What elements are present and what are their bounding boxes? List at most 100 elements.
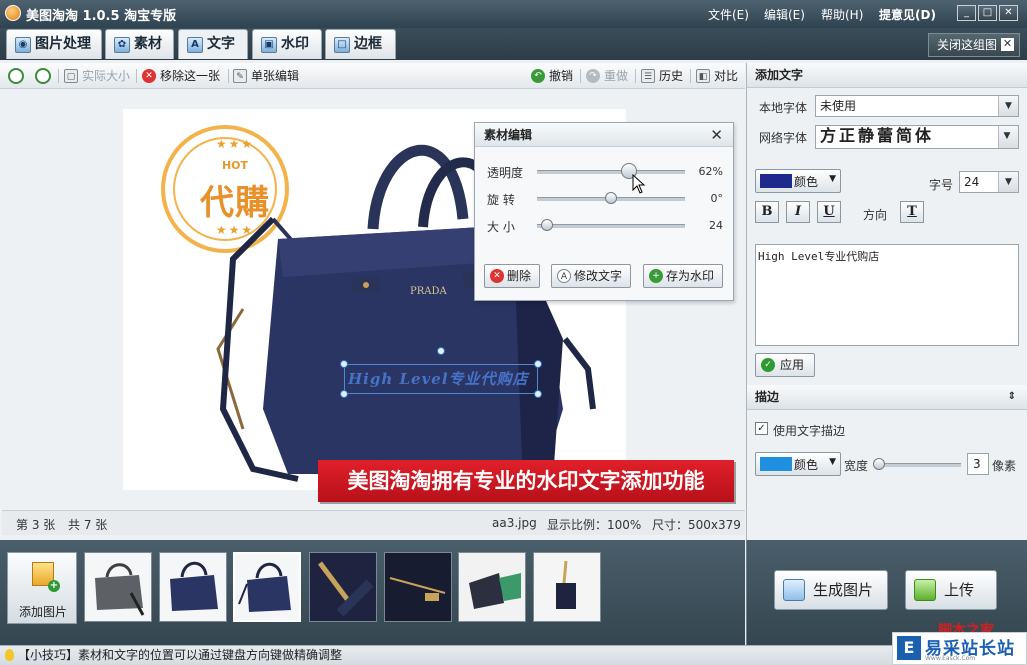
font-size-select[interactable]: 24 ▼ xyxy=(959,171,1019,193)
size-slider-knob[interactable] xyxy=(541,219,553,231)
filmstrip: 添加图片 xyxy=(0,540,745,645)
stroke-width-input[interactable]: 3 xyxy=(967,453,989,475)
chevron-down-icon: ▼ xyxy=(829,174,836,184)
menu-file[interactable]: 文件(E) xyxy=(708,6,749,23)
thumbnail-selected[interactable] xyxy=(233,552,301,622)
upload-button[interactable]: 上传 xyxy=(905,570,997,610)
stroke-header[interactable]: 描边 ⇕ xyxy=(747,385,1027,410)
text-settings-panel: 添加文字 本地字体 未使用 ▼ 网络字体 方正静蕾简体 ▼ 颜色 ▼ 字号 24… xyxy=(746,63,1027,540)
menu-feedback[interactable]: 提意见(D) xyxy=(879,6,936,23)
tab-label: 文字 xyxy=(207,36,235,52)
use-stroke-label: 使用文字描边 xyxy=(773,424,846,438)
close-window-button[interactable]: ✕ xyxy=(999,5,1018,21)
stroke-width-slider[interactable] xyxy=(877,463,961,467)
use-stroke-checkbox[interactable]: ✓ xyxy=(755,422,768,435)
undo-button[interactable]: ↶ 撤销 xyxy=(531,68,573,84)
tab-image-processing[interactable]: ◉ 图片处理 xyxy=(6,29,102,59)
size-slider[interactable] xyxy=(537,224,685,228)
thumbnail[interactable] xyxy=(159,552,227,622)
resize-handle[interactable] xyxy=(340,390,348,398)
tab-material[interactable]: ✿ 素材 xyxy=(105,29,174,59)
opacity-slider[interactable] xyxy=(537,170,685,174)
rotate-slider-knob[interactable] xyxy=(605,192,617,204)
underline-button[interactable]: U xyxy=(817,201,841,223)
tab-label: 素材 xyxy=(134,36,162,52)
web-font-value: 方正静蕾简体 xyxy=(820,126,935,145)
maximize-button[interactable]: □ xyxy=(978,5,997,21)
tip-bar: 【小技巧】素材和文字的位置可以通过键盘方向键做精确调整 xyxy=(0,645,1027,665)
tab-label: 水印 xyxy=(281,36,309,52)
local-font-select[interactable]: 未使用 ▼ xyxy=(815,95,1019,117)
menu-edit[interactable]: 编辑(E) xyxy=(764,6,805,23)
close-group-button[interactable]: 关闭这组图 ✕ xyxy=(927,33,1020,57)
remove-icon: ✕ xyxy=(142,69,156,83)
popup-close-icon[interactable]: ✕ xyxy=(710,126,723,144)
tab-frame[interactable]: □ 边框 xyxy=(325,29,396,59)
text-color-button[interactable]: 颜色 ▼ xyxy=(755,169,841,193)
single-edit-label: 单张编辑 xyxy=(251,69,300,83)
single-edit-button[interactable]: ✎ 单张编辑 xyxy=(233,68,299,84)
web-font-select[interactable]: 方正静蕾简体 ▼ xyxy=(815,125,1019,149)
apply-label: 应用 xyxy=(780,358,805,372)
history-button[interactable]: ☰ 历史 xyxy=(641,68,683,84)
thumbnail[interactable] xyxy=(309,552,377,622)
promo-banner: 美图淘淘拥有专业的水印文字添加功能 xyxy=(318,460,734,502)
thumbnail[interactable] xyxy=(84,552,152,622)
font-size-label: 字号 xyxy=(929,178,954,192)
apply-button[interactable]: ✓ 应用 xyxy=(755,353,815,377)
compare-icon: ◧ xyxy=(696,69,710,83)
remove-one-label: 移除这一张 xyxy=(160,69,221,83)
toolbar-divider xyxy=(635,69,636,83)
toolbar-divider xyxy=(690,69,691,83)
compare-button[interactable]: ◧ 对比 xyxy=(696,68,738,84)
zoom-out-icon[interactable] xyxy=(35,68,51,84)
edit-text-button[interactable]: A 修改文字 xyxy=(551,264,632,288)
thumbnail-image xyxy=(170,561,218,611)
zoom-in-icon[interactable] xyxy=(8,68,24,84)
bold-button[interactable]: B xyxy=(755,201,779,223)
thumbnail-image xyxy=(459,553,525,621)
menu-help[interactable]: 帮助(H) xyxy=(821,6,863,23)
font-size-value: 24 xyxy=(964,175,980,189)
actual-size-button[interactable]: ▢ 实际大小 xyxy=(64,68,130,84)
resize-handle[interactable] xyxy=(534,360,542,368)
redo-icon: ↷ xyxy=(586,69,600,83)
actual-size-icon: ▢ xyxy=(64,69,78,83)
rotate-handle[interactable] xyxy=(437,347,445,355)
site-logo-sub: Www.Easck.Com xyxy=(925,655,976,662)
thumbnail-image xyxy=(238,562,291,612)
remove-one-button[interactable]: ✕ 移除这一张 xyxy=(142,68,220,84)
add-image-button[interactable]: 添加图片 xyxy=(7,552,77,624)
popup-title: 素材编辑 xyxy=(475,123,733,147)
direction-button[interactable]: T xyxy=(900,201,924,223)
resize-handle[interactable] xyxy=(340,360,348,368)
edit-text-icon: A xyxy=(557,269,571,283)
check-icon: ✓ xyxy=(761,358,775,372)
watermark-text[interactable]: High Level专业代购店 xyxy=(348,368,529,389)
app-title: 美图淘淘 1.0.5 淘宝专版 xyxy=(26,9,177,24)
stroke-width-knob[interactable] xyxy=(873,458,885,470)
generate-image-button[interactable]: 生成图片 xyxy=(774,570,888,610)
local-font-value: 未使用 xyxy=(820,99,857,113)
redo-button[interactable]: ↷ 重做 xyxy=(586,68,628,84)
material-editor-popup: 素材编辑 ✕ 透明度 62% 旋 转 0° 大 小 24 ✕ 删除 A 修改文字… xyxy=(474,122,734,301)
thumbnail[interactable] xyxy=(533,552,601,622)
site-watermark-logo: E 易采站长站 Www.Easck.Com xyxy=(892,632,1027,665)
stroke-color-label: 颜色 xyxy=(794,458,819,472)
collapse-arrows-icon: ⇕ xyxy=(1007,391,1016,402)
thumbnail[interactable] xyxy=(458,552,526,622)
minimize-button[interactable]: _ xyxy=(957,5,976,21)
text-content-input[interactable]: High Level专业代购店 xyxy=(755,244,1019,346)
material-icon: ✿ xyxy=(114,37,130,53)
stroke-color-button[interactable]: 颜色 ▼ xyxy=(755,452,841,476)
tab-text[interactable]: A 文字 xyxy=(178,29,248,59)
history-icon: ☰ xyxy=(641,69,655,83)
toolbar-divider xyxy=(228,69,229,83)
local-font-label: 本地字体 xyxy=(759,101,808,115)
delete-button[interactable]: ✕ 删除 xyxy=(484,264,541,288)
thumbnail[interactable] xyxy=(384,552,452,622)
tab-watermark[interactable]: ▣ 水印 xyxy=(252,29,322,59)
italic-button[interactable]: I xyxy=(786,201,810,223)
save-watermark-button[interactable]: + 存为水印 xyxy=(643,264,724,288)
resize-handle[interactable] xyxy=(534,390,542,398)
